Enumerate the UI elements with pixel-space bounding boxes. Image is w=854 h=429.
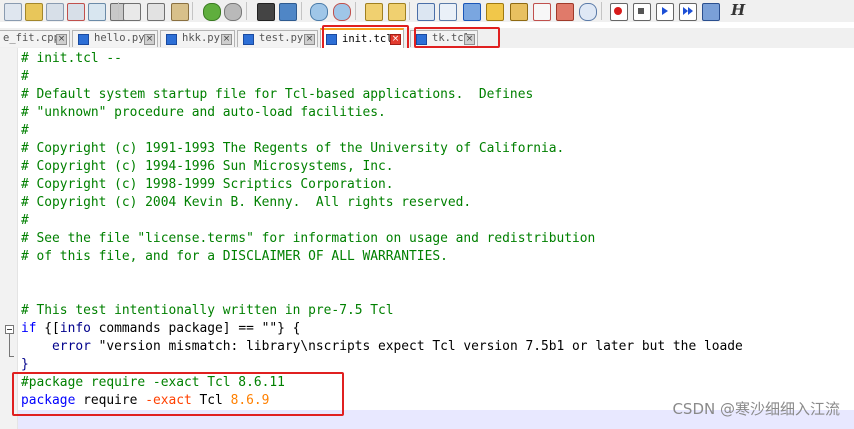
toolbar-separator	[355, 2, 356, 20]
copy-icon[interactable]	[147, 3, 165, 21]
code-line: # "unknown" procedure and auto-load faci…	[21, 105, 386, 120]
tab-close-icon[interactable]: ×	[304, 34, 315, 45]
toolbar-separator	[301, 2, 302, 20]
replace-icon[interactable]	[279, 3, 297, 21]
code-text: commands package] == ""} {	[90, 321, 301, 336]
cut-icon[interactable]	[123, 3, 141, 21]
code-text: "version mismatch: library\nscripts expe…	[90, 339, 743, 354]
tab-label: e_fit.cpp	[3, 32, 60, 44]
code-line: # See the file "license.terms" for infor…	[21, 231, 596, 246]
fold-toggle-icon[interactable]	[5, 325, 14, 334]
toolbar: H	[0, 0, 854, 22]
new-file-icon[interactable]	[4, 3, 22, 21]
zoom-out-icon[interactable]	[333, 3, 351, 21]
code-line: # of this file, and for a DISCLAIMER OF …	[21, 249, 448, 264]
tab-close-icon[interactable]: ×	[144, 34, 155, 45]
monitor-icon[interactable]	[579, 3, 597, 21]
indent-guide-icon[interactable]	[463, 3, 481, 21]
paste-icon[interactable]	[171, 3, 189, 21]
fold-guide	[9, 334, 10, 356]
save-icon[interactable]	[46, 3, 64, 21]
tab-label: test.py	[259, 32, 304, 44]
user-language-icon[interactable]	[486, 3, 504, 21]
code-line: #	[21, 213, 29, 228]
highlight-box-tk-tab	[414, 27, 500, 48]
watermark: CSDN @寒沙细细入江流	[672, 400, 840, 418]
code-text: {[	[36, 321, 60, 336]
code-line: # Default system startup file for Tcl-ba…	[21, 87, 534, 102]
toolbar-separator	[601, 2, 602, 20]
sync-vertical-icon[interactable]	[365, 3, 383, 21]
fold-end-mark	[9, 356, 14, 357]
tab-label: hkk.py	[182, 32, 220, 44]
word-wrap-icon[interactable]	[417, 3, 435, 21]
code-line: #	[21, 69, 29, 84]
highlight-box-package-lines	[12, 372, 344, 416]
save-macro-icon[interactable]	[702, 3, 720, 21]
code-line: # Copyright (c) 1994-1996 Sun Microsyste…	[21, 159, 394, 174]
toolbar-separator	[192, 2, 193, 20]
tab-test-py[interactable]: test.py ×	[237, 30, 318, 47]
file-icon	[243, 34, 254, 45]
show-all-chars-icon[interactable]	[439, 3, 457, 21]
play-macro-icon[interactable]	[656, 3, 674, 21]
code-line: # Copyright (c) 2004 Kevin B. Kenny. All…	[21, 195, 472, 210]
file-icon	[78, 34, 89, 45]
find-icon[interactable]	[257, 3, 275, 21]
doc-map-icon[interactable]	[510, 3, 528, 21]
keyword: error	[52, 339, 91, 354]
tab-close-icon[interactable]: ×	[56, 34, 67, 45]
toolbar-separator	[246, 2, 247, 20]
tab-close-icon[interactable]: ×	[221, 34, 232, 45]
tab-hkk-py[interactable]: hkk.py ×	[160, 30, 235, 47]
tab-e-fit-cpp[interactable]: e_fit.cpp ×	[0, 30, 70, 47]
toolbar-separator	[409, 2, 410, 20]
keyword: if	[21, 321, 37, 336]
record-macro-icon[interactable]	[610, 3, 628, 21]
file-icon	[166, 34, 177, 45]
sync-horizontal-icon[interactable]	[388, 3, 406, 21]
function-list-icon[interactable]	[533, 3, 551, 21]
undo-icon[interactable]	[203, 3, 221, 21]
code-line-error: error "version mismatch: library\nscript…	[21, 338, 743, 356]
keyword: info	[59, 321, 91, 336]
code-line: # Copyright (c) 1998-1999 Scriptics Corp…	[21, 177, 394, 192]
open-file-icon[interactable]	[25, 3, 43, 21]
run-macro-multiple-icon[interactable]	[679, 3, 697, 21]
code-line: # Copyright (c) 1991-1993 The Regents of…	[21, 141, 565, 156]
save-all-icon[interactable]	[67, 3, 85, 21]
code-line: # init.tcl --	[21, 51, 122, 66]
tab-label: hello.py	[94, 32, 145, 44]
tab-hello-py[interactable]: hello.py ×	[72, 30, 158, 47]
code-line-if: if {[info commands package] == ""} {	[21, 320, 300, 338]
h-format-icon[interactable]: H	[731, 1, 747, 19]
stop-record-icon[interactable]	[633, 3, 651, 21]
code-line: #	[21, 123, 29, 138]
close-icon[interactable]	[88, 3, 106, 21]
folder-workspace-icon[interactable]	[556, 3, 574, 21]
redo-icon[interactable]	[224, 3, 242, 21]
zoom-in-icon[interactable]	[310, 3, 328, 21]
code-line: # This test intentionally written in pre…	[21, 303, 394, 318]
toolbar-separator	[118, 2, 119, 20]
